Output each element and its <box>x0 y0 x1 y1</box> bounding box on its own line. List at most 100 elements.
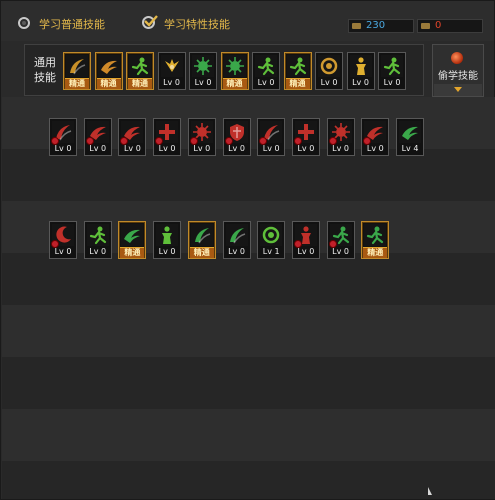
skill-level-label: Lv 0 <box>158 247 176 256</box>
skill-slot[interactable]: Lv 0 <box>83 118 112 156</box>
steal-skill-icon <box>451 52 463 64</box>
skill-level-label: Lv 4 <box>401 144 419 153</box>
burst-icon <box>223 55 246 77</box>
skill-level-label: 精通 <box>363 247 388 258</box>
skill-window: 学习普通技能 学习特性技能 230 0 通用技能 偷学技能 精通 精通 精通 Lv 0… <box>0 0 495 500</box>
runner-icon <box>86 224 109 246</box>
skill-slot[interactable]: Lv 0 <box>153 221 182 259</box>
ring-icon <box>260 224 283 246</box>
runner-icon <box>381 55 403 77</box>
skill-slot[interactable]: Lv 1 <box>257 221 286 259</box>
general-skills-label: 通用技能 <box>34 56 56 84</box>
skill-slot[interactable]: Lv 0 <box>291 221 320 259</box>
skill-slot[interactable]: Lv 0 <box>257 118 286 156</box>
skill-slot[interactable]: 精通 <box>220 52 249 90</box>
skill-level-label: Lv 1 <box>262 247 280 256</box>
mouse-cursor-icon <box>428 487 432 495</box>
skill-level-label: Lv 0 <box>163 78 180 87</box>
runner-icon <box>364 224 387 246</box>
skill-level-label: Lv 0 <box>297 144 315 153</box>
skill-icon <box>190 224 213 246</box>
normal-skill-tab-label[interactable]: 学习普通技能 <box>39 16 105 32</box>
skill-slot[interactable]: Lv 0 <box>326 118 355 156</box>
skill-slot[interactable]: Lv 4 <box>396 118 424 156</box>
skill-slot[interactable]: 精通 <box>126 52 154 90</box>
skill-slot[interactable]: Lv 0 <box>361 118 390 156</box>
skill-slot[interactable]: Lv 0 <box>222 221 251 259</box>
skill-level-label: Lv 0 <box>89 144 107 153</box>
skill-icon <box>121 224 144 246</box>
skill-level-label: Lv 0 <box>297 247 315 256</box>
row-background <box>2 149 495 201</box>
tp-counter: 0 <box>417 19 483 33</box>
skill-icon <box>225 224 248 246</box>
sp-coin-icon <box>352 23 361 29</box>
skill-slot[interactable]: Lv 0 <box>326 221 355 259</box>
skill-icon <box>399 121 421 143</box>
skill-slot[interactable]: 精通 <box>283 52 312 90</box>
skill-icon <box>364 224 387 246</box>
skill-slot[interactable]: Lv 0 <box>83 221 112 259</box>
runner-icon <box>286 55 309 77</box>
skill-slot[interactable]: Lv 0 <box>222 118 251 156</box>
skill-icon <box>160 55 183 77</box>
skill-slot[interactable]: 精通 <box>361 221 390 259</box>
wave-icon <box>97 55 120 77</box>
tp-coin-icon <box>421 23 430 29</box>
skill-level-label: 精通 <box>96 78 121 89</box>
skill-icon <box>318 55 340 77</box>
skill-level-label: Lv 0 <box>262 144 280 153</box>
skill-slot[interactable]: Lv 0 <box>315 52 343 90</box>
skill-level-label: 精通 <box>120 247 145 258</box>
skill-slot[interactable]: Lv 0 <box>49 118 77 156</box>
skill-level-label: Lv 0 <box>320 78 338 87</box>
skill-icon <box>97 55 120 77</box>
skill-icon <box>156 224 179 246</box>
skill-level-label: Lv 0 <box>228 247 245 256</box>
skill-icon <box>381 55 403 77</box>
skill-level-label: Lv 0 <box>257 78 275 87</box>
skill-slot[interactable]: 精通 <box>94 52 123 90</box>
row-background <box>2 409 495 461</box>
skill-icon <box>86 224 109 246</box>
skill-level-label: 精通 <box>285 78 310 89</box>
skill-slot[interactable]: 精通 <box>187 221 216 259</box>
skill-slot[interactable]: 精通 <box>118 221 147 259</box>
skill-icon <box>286 55 309 77</box>
skill-level-label: 精通 <box>65 78 89 89</box>
skill-level-label: Lv 0 <box>366 144 384 153</box>
skill-level-label: Lv 0 <box>158 144 176 153</box>
normal-skill-radio[interactable] <box>18 17 30 29</box>
skill-slot[interactable]: Lv 0 <box>118 118 147 156</box>
skill-slot[interactable]: Lv 0 <box>189 52 217 90</box>
skill-level-label: Lv 0 <box>54 247 72 256</box>
skill-slot[interactable]: Lv 0 <box>153 118 182 156</box>
skill-level-label: Lv 0 <box>89 247 107 256</box>
runner-icon <box>255 55 277 77</box>
skill-slot[interactable]: 精通 <box>63 52 91 90</box>
skill-icon <box>192 55 214 77</box>
row-background <box>2 461 495 499</box>
skill-icon <box>255 55 277 77</box>
skill-slot[interactable]: Lv 0 <box>291 118 320 156</box>
skill-slot[interactable]: Lv 0 <box>378 52 406 90</box>
skill-level-label: Lv 0 <box>383 78 401 87</box>
figure-icon <box>156 224 179 246</box>
skill-slot[interactable]: Lv 0 <box>252 52 280 90</box>
wave-icon <box>399 121 421 143</box>
special-skill-tab-label[interactable]: 学习特性技能 <box>164 16 230 32</box>
steal-skill-button[interactable]: 偷学技能 <box>432 44 484 97</box>
skill-icon <box>129 55 151 77</box>
skill-level-label: Lv 0 <box>194 78 212 87</box>
skill-slot[interactable]: Lv 0 <box>346 52 375 90</box>
dropdown-arrow-icon[interactable] <box>434 84 482 96</box>
swoosh-icon <box>190 224 213 246</box>
skill-slot[interactable]: Lv 0 <box>187 118 216 156</box>
skill-level-label: Lv 0 <box>123 144 141 153</box>
special-skill-checkbox[interactable] <box>142 15 158 29</box>
skill-slot[interactable]: Lv 0 <box>157 52 186 90</box>
skill-slot[interactable]: Lv 0 <box>49 221 77 259</box>
skill-level-label: Lv 0 <box>352 78 369 87</box>
skill-icon <box>349 55 372 77</box>
runner-icon <box>129 55 151 77</box>
